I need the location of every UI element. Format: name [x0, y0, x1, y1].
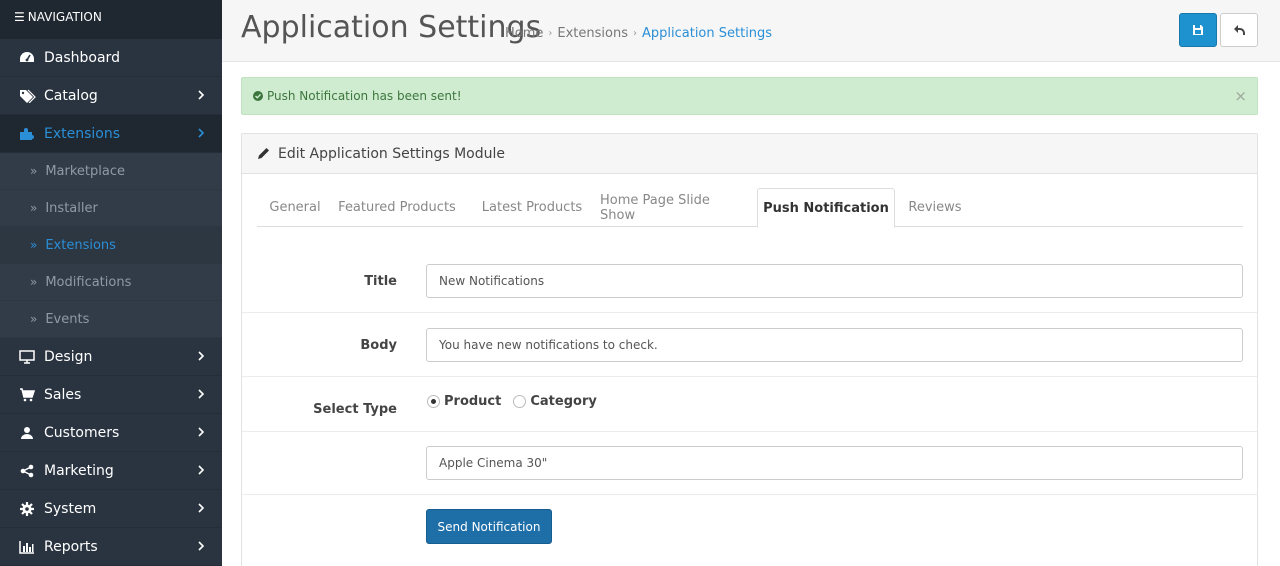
tab-latest-products[interactable]: Latest Products [471, 188, 593, 227]
tab-general[interactable]: General [257, 188, 333, 227]
sidebar-item-marketing[interactable]: Marketing [0, 452, 222, 490]
sidebar-subitem-label: Marketplace [45, 163, 126, 179]
chevron-right-icon [198, 427, 205, 437]
body-label: Body [360, 338, 397, 353]
pencil-icon [258, 148, 269, 159]
sidebar-subitem-label: Installer [45, 200, 98, 216]
double-chevron-icon: » [30, 312, 38, 326]
body-input[interactable]: You have new notifications to check. [426, 328, 1243, 362]
form-row-body: Body You have new notifications to check… [242, 313, 1257, 377]
double-chevron-icon: » [30, 238, 38, 252]
product-radio-label[interactable]: Product [444, 394, 501, 409]
sidebar-item-label: Customers [44, 424, 120, 441]
category-radio[interactable] [513, 395, 527, 408]
sidebar-item-label: System [44, 500, 97, 517]
reply-icon [1234, 25, 1245, 35]
chevron-right-icon [198, 90, 205, 100]
breadcrumb-home[interactable]: Home [505, 26, 543, 41]
edit-module-panel: Edit Application Settings Module General… [241, 133, 1258, 566]
sidebar-item-label: Reports [44, 538, 98, 555]
sidebar-item-label: Design [44, 348, 93, 365]
tab-bar: General Featured Products Latest Product… [257, 188, 1243, 228]
sidebar-subitem-modifications[interactable]: » Modifications [0, 264, 222, 301]
breadcrumb: Home › Extensions › Application Settings [505, 26, 772, 41]
sidebar-item-label: Dashboard [44, 49, 120, 66]
page-header: Application Settings Home › Extensions ›… [222, 0, 1280, 62]
chevron-right-icon [198, 541, 205, 551]
double-chevron-icon: » [30, 275, 38, 289]
save-icon [1193, 25, 1203, 35]
sidebar-item-label: Catalog [44, 87, 98, 104]
share-icon [18, 462, 36, 480]
puzzle-icon [18, 125, 36, 143]
send-notification-button[interactable]: Send Notification [426, 509, 552, 544]
page-title: Application Settings [241, 10, 542, 45]
sidebar-item-reports[interactable]: Reports [0, 528, 222, 566]
nav-header[interactable]: ☰ NAVIGATION [0, 0, 222, 39]
product-radio[interactable] [427, 395, 440, 408]
sidebar-item-label: Extensions [44, 125, 121, 142]
tab-push-notification[interactable]: Push Notification [757, 188, 895, 228]
chevron-right-icon [198, 389, 205, 399]
bar-chart-icon [18, 538, 36, 556]
monitor-icon [18, 348, 36, 366]
sidebar-item-dashboard[interactable]: Dashboard [0, 39, 222, 77]
chevron-right-icon [198, 128, 205, 138]
sidebar-subitem-extensions[interactable]: » Extensions [0, 227, 222, 264]
chevron-right-icon [198, 465, 205, 475]
sidebar-item-customers[interactable]: Customers [0, 414, 222, 452]
chevron-right-icon [198, 351, 205, 361]
sidebar-subitem-installer[interactable]: » Installer [0, 190, 222, 227]
breadcrumb-separator-icon: › [548, 28, 553, 39]
sidebar-item-label: Marketing [44, 462, 114, 479]
save-button[interactable] [1179, 13, 1217, 47]
double-chevron-icon: » [30, 164, 38, 178]
sidebar: ☰ NAVIGATION Dashboard Catalog Extension… [0, 0, 222, 566]
form-row-title: Title New Notifications [242, 249, 1257, 313]
sidebar-item-system[interactable]: System [0, 490, 222, 528]
sidebar-subitem-events[interactable]: » Events [0, 301, 222, 338]
sidebar-item-catalog[interactable]: Catalog [0, 77, 222, 115]
title-label: Title [364, 274, 397, 289]
sidebar-subitem-label: Extensions [45, 237, 116, 253]
form-row-product: Apple Cinema 30" [242, 432, 1257, 495]
cart-icon [18, 386, 36, 404]
hamburger-icon: ☰ [14, 10, 25, 24]
sidebar-item-label: Sales [44, 386, 82, 403]
double-chevron-icon: » [30, 201, 38, 215]
user-icon [18, 424, 36, 442]
sidebar-item-sales[interactable]: Sales [0, 376, 222, 414]
sidebar-item-design[interactable]: Design [0, 338, 222, 376]
panel-title: Edit Application Settings Module [278, 145, 506, 162]
dashboard-icon [18, 49, 36, 67]
sidebar-subitem-marketplace[interactable]: » Marketplace [0, 153, 222, 190]
nav-header-label: NAVIGATION [27, 10, 102, 24]
breadcrumb-current[interactable]: Application Settings [642, 26, 772, 41]
product-autocomplete-input[interactable]: Apple Cinema 30" [426, 446, 1243, 480]
type-radio-group: Product Category [427, 394, 609, 409]
sidebar-subitem-label: Events [45, 311, 90, 327]
gear-icon [18, 500, 36, 518]
back-button[interactable] [1220, 13, 1258, 47]
check-circle-icon [253, 91, 263, 101]
sidebar-item-extensions[interactable]: Extensions [0, 115, 222, 153]
close-icon[interactable]: × [1234, 87, 1247, 105]
breadcrumb-separator-icon: › [632, 28, 637, 39]
alert-message: Push Notification has been sent! [267, 89, 462, 103]
panel-heading: Edit Application Settings Module [242, 134, 1257, 174]
category-radio-label[interactable]: Category [530, 394, 596, 409]
breadcrumb-extensions[interactable]: Extensions [557, 26, 628, 41]
tab-reviews[interactable]: Reviews [905, 188, 965, 227]
select-type-label: Select Type [313, 402, 397, 417]
tab-featured-products[interactable]: Featured Products [335, 188, 459, 227]
sidebar-subitem-label: Modifications [45, 274, 132, 290]
success-alert: Push Notification has been sent! × [241, 77, 1258, 115]
chevron-right-icon [198, 503, 205, 513]
form-row-select-type: Select Type Product Category [242, 377, 1257, 432]
title-input[interactable]: New Notifications [426, 264, 1243, 298]
tags-icon [18, 87, 36, 105]
tab-home-page-slide-show[interactable]: Home Page Slide Show [600, 188, 747, 227]
